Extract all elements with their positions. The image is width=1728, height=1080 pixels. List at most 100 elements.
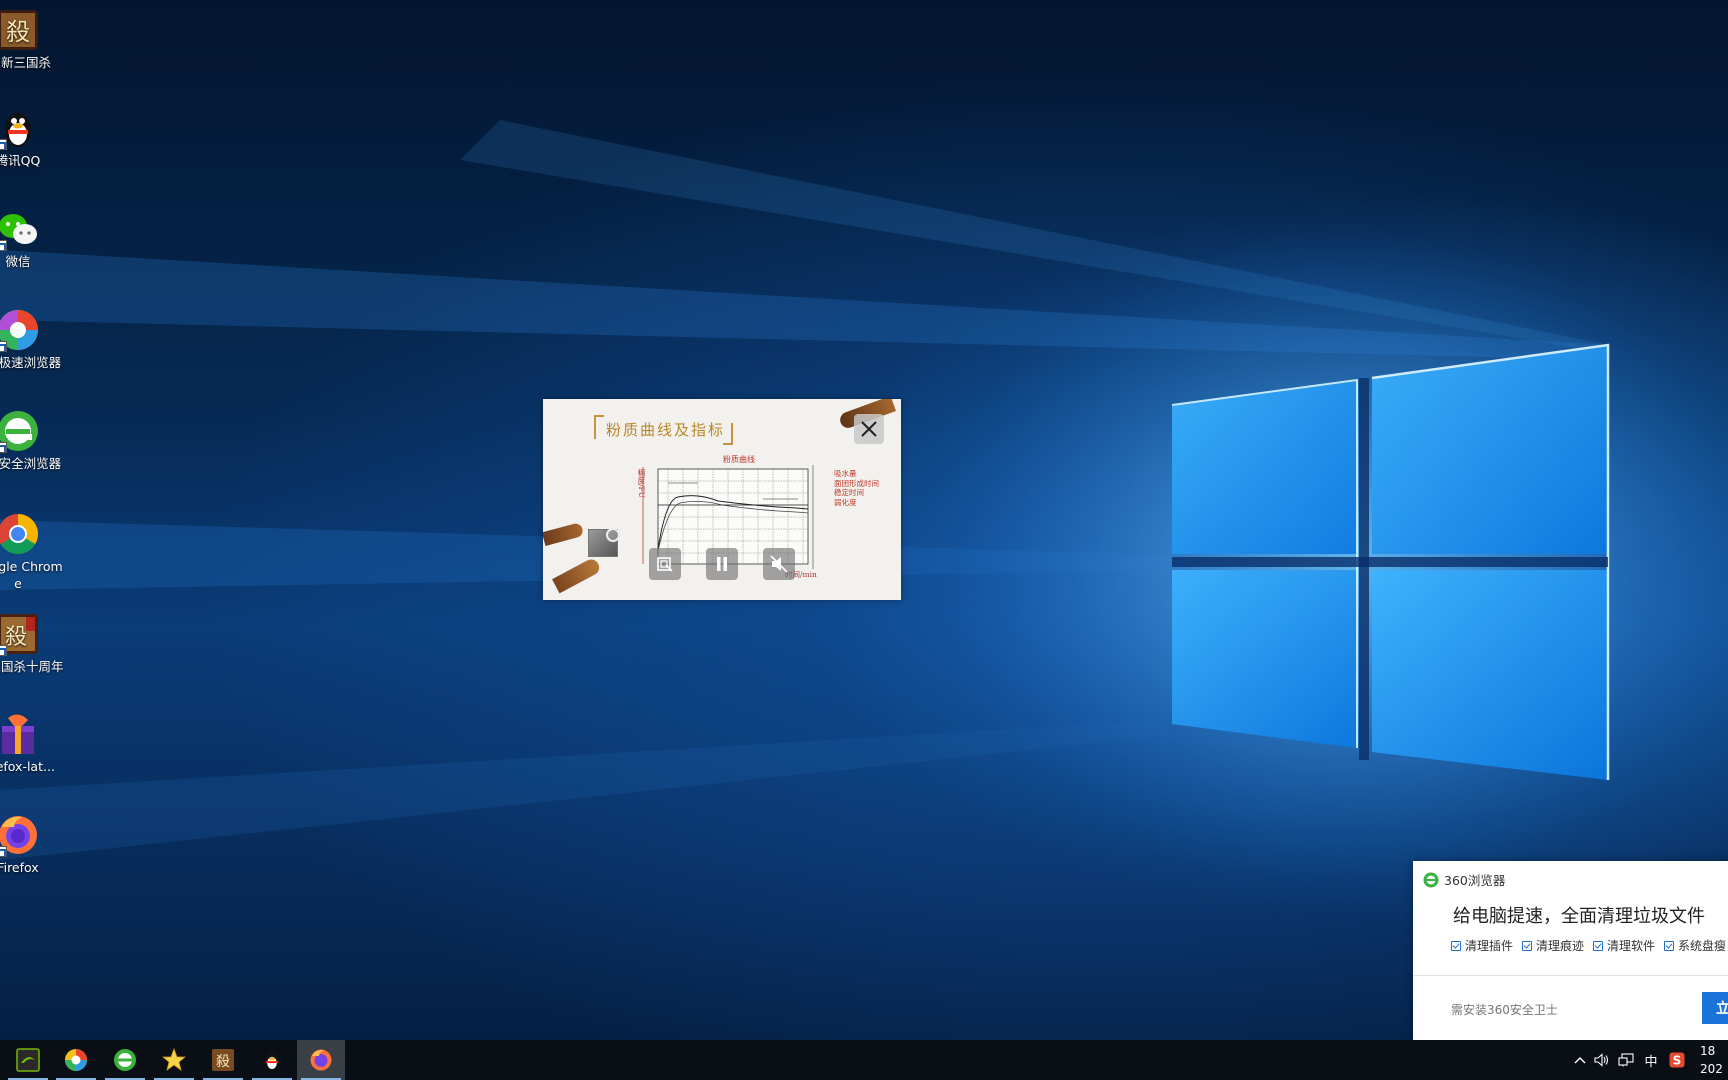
cleanup-option[interactable]: 清理插件 xyxy=(1451,937,1513,954)
desktop-icon-label: 360极速浏览器 xyxy=(0,355,62,370)
taskbar-item-360-safe[interactable] xyxy=(101,1040,149,1080)
notification-app-name: 360浏览器 xyxy=(1444,873,1506,888)
slide-title: 粉质曲线及指标 xyxy=(606,421,726,439)
desktop-icon-label: 微信 xyxy=(5,254,31,269)
legend-item: 稳定时间 xyxy=(834,488,864,497)
360-speed-browser-icon xyxy=(0,308,40,352)
svg-text:殺: 殺 xyxy=(216,1054,230,1070)
desktop-icon-qq[interactable]: 腾讯QQ xyxy=(0,106,66,169)
tray-volume[interactable] xyxy=(1592,1040,1612,1080)
taskbar-item-firefox[interactable] xyxy=(297,1040,345,1080)
desktop-icon-label: Firefox xyxy=(0,860,39,875)
sanguosha-icon: 殺 xyxy=(212,1049,234,1071)
mute-icon xyxy=(770,555,788,573)
mute-button[interactable] xyxy=(763,548,795,580)
tray-network[interactable] xyxy=(1616,1040,1636,1080)
desktop-icon-sanguosha-new[interactable]: 殺 99新三国杀 xyxy=(0,8,66,71)
shortcut-arrow-icon xyxy=(0,846,7,857)
taskbar-item-sanguosha[interactable]: 殺 xyxy=(199,1040,247,1080)
notification-divider xyxy=(1413,975,1728,976)
360-safe-browser-icon xyxy=(1423,872,1439,887)
taskbar-item-nvidia[interactable] xyxy=(4,1040,52,1080)
desktop-icon-firefox-installer[interactable]: Firefox-lat... xyxy=(0,712,66,775)
firefox-icon xyxy=(0,813,40,857)
legend-item: 弱化度 xyxy=(834,497,857,507)
desktop-icon-label: 腾讯QQ xyxy=(0,153,41,168)
tray-sogou-ime[interactable]: S xyxy=(1667,1040,1687,1080)
shortcut-arrow-icon xyxy=(0,240,7,251)
desktop-icon-360-speed-browser[interactable]: 360极速浏览器 xyxy=(0,308,66,371)
checkbox-checked-icon[interactable] xyxy=(1593,940,1604,951)
tray-overflow-button[interactable] xyxy=(1571,1040,1589,1080)
checkbox-checked-icon[interactable] xyxy=(1451,940,1461,951)
legend-item: 吸水量 xyxy=(834,469,857,478)
qq-penguin-icon xyxy=(0,106,40,150)
floating-video-player[interactable]: 粉质曲线及指标 粉质曲线 稠度/FU 吸水量 面团形成时间 稳定时间 弱化度 时… xyxy=(543,399,901,600)
360-safe-browser-icon xyxy=(114,1049,136,1071)
legend-item: 面团形成时间 xyxy=(834,478,879,488)
desktop-icon-wechat[interactable]: 微信 xyxy=(0,207,66,270)
shortcut-arrow-icon xyxy=(0,341,7,352)
close-button[interactable] xyxy=(854,414,884,444)
desktop-icon-label: 99三国杀十周年 xyxy=(0,659,64,674)
pause-button[interactable] xyxy=(706,548,738,580)
desktop-icon-label: Firefox-lat... xyxy=(0,759,55,774)
chrome-icon xyxy=(0,512,40,556)
close-icon xyxy=(861,421,877,437)
shortcut-arrow-icon xyxy=(0,139,7,150)
spoon-decoration xyxy=(552,556,602,594)
cleanup-option-label: 系统盘瘦 xyxy=(1678,939,1727,953)
star-icon xyxy=(162,1048,186,1071)
firefox-installer-icon xyxy=(0,712,40,756)
qq-penguin-icon xyxy=(265,1051,279,1071)
shortcut-arrow-icon xyxy=(0,442,7,453)
fullscreen-icon xyxy=(657,557,673,572)
nvidia-icon xyxy=(16,1048,40,1072)
title-bracket-right xyxy=(723,423,733,445)
wechat-icon xyxy=(0,207,40,251)
chevron-up-icon xyxy=(1574,1057,1586,1064)
cleanup-option[interactable]: 清理软件 xyxy=(1593,937,1655,954)
cleanup-option[interactable]: 清理痕迹 xyxy=(1522,937,1584,954)
desktop-icon-label: Google Chrome xyxy=(0,559,63,591)
taskbar-clock[interactable]: 18 202 xyxy=(1700,1042,1723,1078)
taskbar-item-star-app[interactable] xyxy=(150,1040,198,1080)
sanguosha-new-icon: 殺 xyxy=(0,8,40,52)
360-speed-browser-icon xyxy=(65,1049,87,1071)
notification-app-row: 360浏览器 xyxy=(1423,870,1505,889)
svg-text:S: S xyxy=(1673,1054,1682,1068)
install-button[interactable]: 立 xyxy=(1702,992,1728,1024)
shortcut-arrow-icon xyxy=(0,645,7,656)
desktop-icon-chrome[interactable]: Google Chrome xyxy=(0,512,66,592)
taskbar-item-qq[interactable] xyxy=(248,1040,296,1080)
svg-text:殺: 殺 xyxy=(6,18,30,46)
fullscreen-button[interactable] xyxy=(649,548,681,580)
clock-time: 18 xyxy=(1700,1044,1716,1058)
360-safe-browser-icon xyxy=(0,409,40,453)
magnifier-icon xyxy=(606,528,620,542)
network-icon xyxy=(1618,1053,1634,1067)
firefox-icon xyxy=(310,1049,332,1071)
spoon-decoration xyxy=(543,522,585,546)
desktop-icon-firefox[interactable]: Firefox xyxy=(0,813,66,876)
cleanup-option-label: 清理痕迹 xyxy=(1536,939,1585,953)
clock-date: 202 xyxy=(1700,1062,1723,1076)
cleanup-option-label: 清理插件 xyxy=(1465,939,1514,953)
cleanup-options: 清理插件 清理痕迹 清理软件 系统盘瘦 xyxy=(1451,937,1728,954)
taskbar-item-360-speed[interactable] xyxy=(52,1040,100,1080)
cleanup-option-label: 清理软件 xyxy=(1607,939,1656,953)
desktop-icon-label: 360安全浏览器 xyxy=(0,456,62,471)
notification-headline: 给电脑提速，全面清理垃圾文件 xyxy=(1453,906,1705,927)
checkbox-checked-icon[interactable] xyxy=(1522,940,1533,951)
notification-footnote: 需安装360安全卫士 xyxy=(1451,1003,1558,1017)
taskbar: 殺 中 S 18 202 xyxy=(0,1040,1728,1080)
svg-text:殺: 殺 xyxy=(5,625,27,650)
toast-notification-360[interactable]: 360浏览器 给电脑提速，全面清理垃圾文件 清理插件 清理痕迹 清理软件 系统盘… xyxy=(1413,861,1728,1040)
cleanup-option[interactable]: 系统盘瘦 xyxy=(1664,937,1726,954)
tray-ime[interactable]: 中 xyxy=(1640,1040,1662,1080)
desktop-icon-label: 99新三国杀 xyxy=(0,55,51,70)
checkbox-checked-icon[interactable] xyxy=(1664,940,1675,951)
desktop-icon-sanguosha-10th[interactable]: 殺 99三国杀十周年 xyxy=(0,612,66,675)
desktop-icon-360-safe-browser[interactable]: 360安全浏览器 xyxy=(0,409,66,472)
speaker-icon xyxy=(1594,1053,1609,1067)
